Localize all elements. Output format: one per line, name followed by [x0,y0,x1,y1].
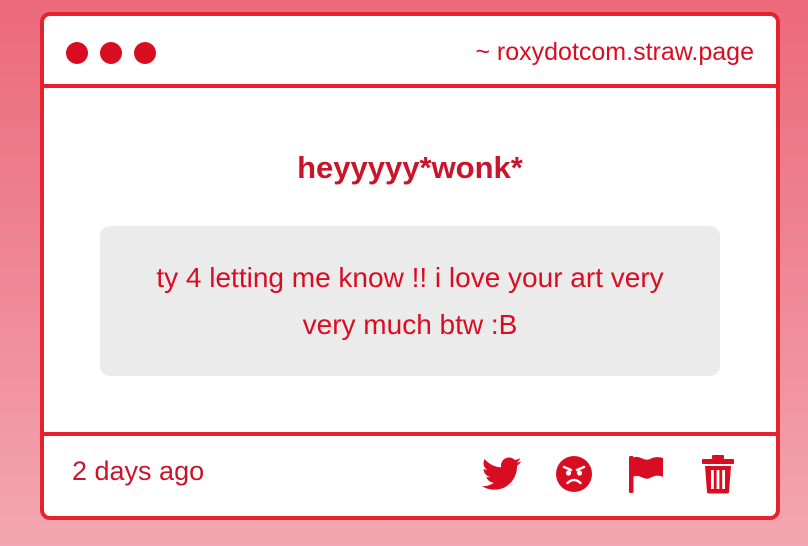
message-text: ty 4 letting me know !! i love your art … [156,262,664,340]
twitter-share-button[interactable] [482,454,522,494]
action-bar [482,454,738,494]
report-flag-button[interactable] [626,454,666,494]
window-dot-2 [100,42,122,64]
window-dot-3 [134,42,156,64]
window-titlebar: ~ roxydotcom.straw.page [44,16,776,88]
flag-icon [629,456,663,493]
react-angry-button[interactable] [554,454,594,494]
message-content: heyyyyy*wonk* ty 4 letting me know !! i … [44,88,776,436]
message-card: ~ roxydotcom.straw.page heyyyyy*wonk* ty… [40,12,780,520]
twitter-icon [482,457,522,490]
timestamp: 2 days ago [72,456,205,486]
window-dot-1 [66,42,88,64]
message-bubble: ty 4 letting me know !! i love your art … [100,226,720,376]
angry-face-icon [556,456,592,492]
trash-icon [702,455,734,494]
page-url[interactable]: ~ roxydotcom.straw.page [475,38,754,67]
message-footer: 2 days ago [44,432,776,516]
delete-button[interactable] [698,454,738,494]
author-name: heyyyyy*wonk* [297,150,523,185]
